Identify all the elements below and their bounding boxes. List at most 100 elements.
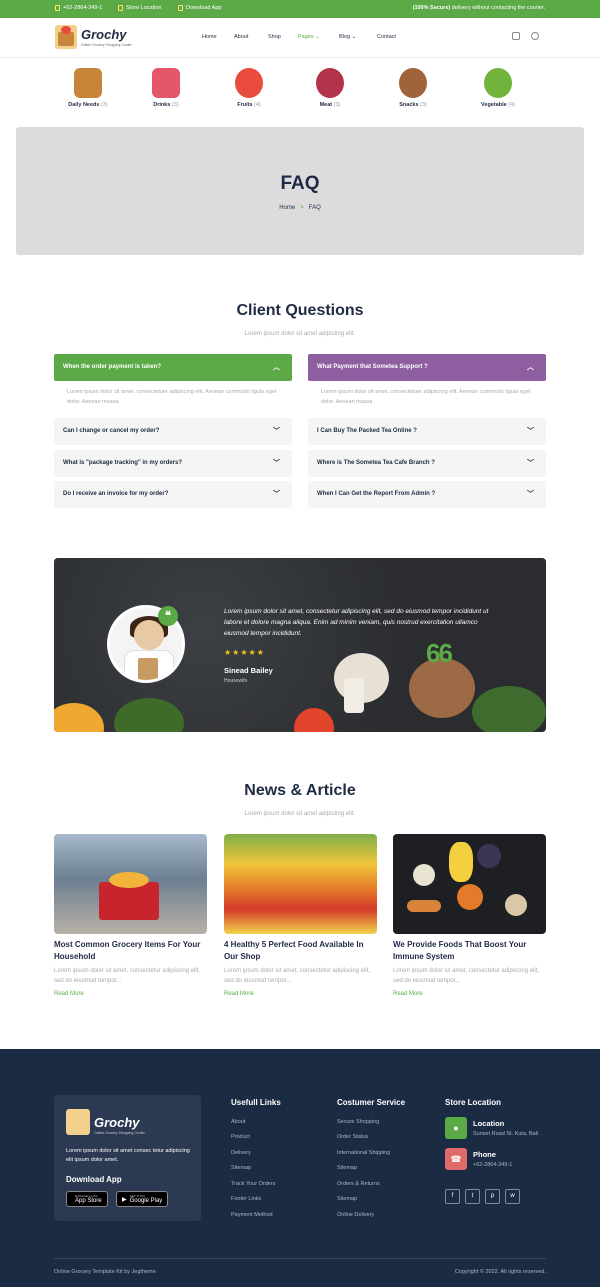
topbar-download-app[interactable]: Download App [178,5,221,11]
footer-link[interactable]: Sitemap [337,1196,357,1202]
mushroom-stem-image [344,678,364,713]
article-image[interactable] [54,834,207,934]
location-pin-icon: ● [445,1117,467,1139]
article-image[interactable] [393,834,546,934]
topbar-store-location[interactable]: Store Location [118,5,161,11]
chevron-up-icon: ︿ [273,364,280,371]
read-more-link[interactable]: Read More [224,991,377,997]
faq-question-left-3[interactable]: What is "package tracking" in my orders?… [54,450,292,477]
logo-basket-icon [55,25,77,49]
nav-contact[interactable]: Contact [377,34,396,40]
footer-copyright: Copyright © 2022. All rights reserved. [454,1269,546,1275]
nav-shop[interactable]: Shop [268,34,281,40]
article-title[interactable]: We Provide Foods That Boost Your Immune … [393,939,546,963]
footer-divider [54,1258,546,1259]
article-title[interactable]: 4 Healthy 5 Perfect Food Available In Ou… [224,939,377,963]
rating-stars: ★★★★★ [224,648,265,657]
facebook-icon[interactable]: f [445,1189,460,1204]
faq-question-right-3[interactable]: Where is The Sometea Tea Cafe Branch ? ﹀ [308,450,546,477]
chevron-down-icon: ﹀ [273,491,280,498]
article-card[interactable]: Most Common Grocery Items For Your House… [54,834,207,997]
faq-question-left-2[interactable]: Can I change or cancel my order? ﹀ [54,418,292,445]
article-image[interactable] [224,834,377,934]
twitter-icon[interactable]: t [465,1189,480,1204]
news-title: News & Article [244,782,356,799]
fruits-icon [235,68,263,98]
testimonial-role: Housewife [224,678,248,684]
category-fruits[interactable]: Fruits (4) [214,68,284,108]
chevron-right-icon: > [300,205,304,211]
customer-service-heading: Costumer Service [337,1098,406,1107]
phone-value: +62-2864-349-1 [473,1162,513,1168]
category-snacks[interactable]: Snacks (3) [378,68,448,108]
phone-label: Phone [473,1150,496,1159]
useful-links-heading: Usefull Links [231,1098,281,1107]
site-logo[interactable]: Grochy Online Grocery Shopping Center [55,22,135,52]
article-card[interactable]: 4 Healthy 5 Perfect Food Available In Ou… [224,834,377,997]
footer-link[interactable]: Delivery [231,1150,251,1156]
category-meat[interactable]: Meat (3) [295,68,365,108]
footer-link[interactable]: Sitemap [231,1165,251,1171]
google-play-button[interactable]: ▶ GET IT ON Google Play [116,1191,169,1207]
page-title: FAQ [280,173,320,194]
footer-link[interactable]: About [231,1119,245,1125]
chevron-down-icon: ﹀ [273,428,280,435]
grocery-bag-icon [74,68,102,98]
read-more-link[interactable]: Read More [393,991,546,997]
testimonial-section: ❝ Lorem ipsum dolor sit amet, consectetu… [54,558,546,732]
article-excerpt: Lorem ipsum dolor sit amet, consectetur … [393,968,540,984]
footer-link[interactable]: Payment Method [231,1212,273,1218]
search-icon[interactable] [531,32,539,40]
footer-description: Lorem ipsum dolor sit amet consec tetur … [66,1148,190,1163]
quote-icon: ❝ [158,606,178,626]
category-vegetable[interactable]: Vegetable (4) [463,68,533,108]
footer-link[interactable]: Secure Shopping [337,1119,379,1125]
nav-about[interactable]: About [234,34,248,40]
chevron-down-icon: ﹀ [527,491,534,498]
app-store-button[interactable]: Download on the App Store [66,1191,108,1207]
nav-home[interactable]: Home [202,34,217,40]
faq-question-left-4[interactable]: Do I receive an invoice for my order? ﹀ [54,481,292,508]
site-header: Grochy Online Grocery Shopping Center Ho… [0,18,600,58]
faq-title: Client Questions [236,302,364,319]
footer-link[interactable]: Track Your Orders [231,1181,275,1187]
site-footer: Grochy Online Grocery Shopping Center Lo… [0,1049,600,1287]
whatsapp-icon[interactable]: w [505,1189,520,1204]
faq-question-right-4[interactable]: When I Can Get the Report From Admin ? ﹀ [308,481,546,508]
chevron-down-icon: ﹀ [527,460,534,467]
article-excerpt: Lorem ipsum dolor sit amet, consectetur … [54,968,201,984]
footer-link[interactable]: Product [231,1134,250,1140]
meat-icon [316,68,344,98]
mobile-icon [178,5,183,11]
download-app-heading: Download App [66,1175,122,1184]
footer-link[interactable]: Sitemap [337,1165,357,1171]
phone-icon [55,5,60,11]
footer-brand-box: Grochy Online Grocery Shopping Center Lo… [54,1095,201,1221]
footer-link[interactable]: Footer Links [231,1196,261,1202]
article-title[interactable]: Most Common Grocery Items For Your House… [54,939,207,963]
faq-question-right-1[interactable]: What Payment that Sometea Support ? ︿ [308,354,546,381]
pinterest-icon[interactable]: p [485,1189,500,1204]
chevron-down-icon: ⌄ [315,34,320,40]
footer-link[interactable]: Orders & Returns [337,1181,380,1187]
store-location-heading: Store Location [445,1098,502,1107]
breadcrumb-home[interactable]: Home [279,205,295,211]
category-daily-needs[interactable]: Daily Needs (3) [53,68,123,108]
cart-icon[interactable] [512,32,520,40]
chevron-down-icon: ﹀ [273,460,280,467]
nav-blog[interactable]: Blog ⌄ [339,34,356,40]
footer-link[interactable]: International Shipping [337,1150,390,1156]
testimonial-text: Lorem ipsum dolor sit amet, consectetur … [224,608,489,637]
news-subtitle: Lorem ipsum dolor sit amet adipisting el… [244,811,356,817]
footer-credit: Online Grocery Template Kit by Jegtheme [54,1269,156,1275]
category-drinks[interactable]: Drinks (3) [131,68,201,108]
topbar-phone[interactable]: +62-2864-349-1 [55,5,102,11]
faq-question-right-2[interactable]: I Can Buy The Packed Tea Online ? ﹀ [308,418,546,445]
footer-link[interactable]: Order Status [337,1134,368,1140]
faq-question-left-1[interactable]: When the order payment is taken? ︿ [54,354,292,381]
read-more-link[interactable]: Read More [54,991,207,997]
footer-link[interactable]: Online Delivery [337,1212,374,1218]
article-card[interactable]: We Provide Foods That Boost Your Immune … [393,834,546,997]
big-quote-icon: 66 [426,638,453,668]
nav-pages[interactable]: Pages ⌄ [298,34,320,40]
